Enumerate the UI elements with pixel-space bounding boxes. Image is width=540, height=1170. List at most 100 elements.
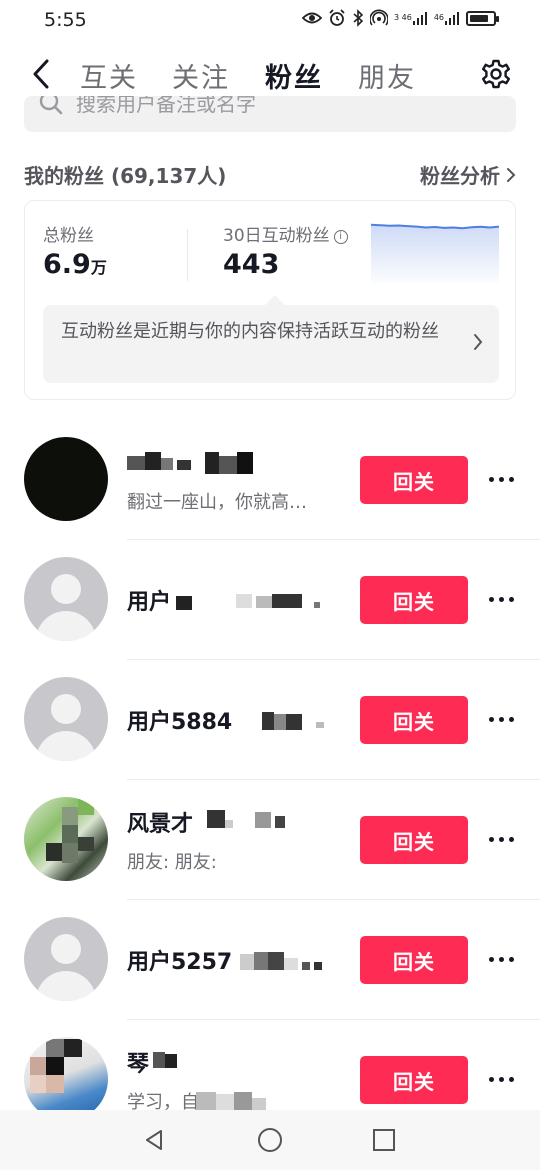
fan-name: 用户 bbox=[127, 590, 172, 615]
total-fans-number: 6.9 bbox=[43, 249, 91, 280]
more-dot bbox=[488, 956, 494, 962]
triangle-back-icon bbox=[146, 1130, 162, 1150]
system-navigation-bar bbox=[0, 1110, 540, 1170]
signal-icon-2: 46 bbox=[434, 11, 460, 25]
list-item[interactable]: 风景才 朋友: 朋友: 回关 bbox=[0, 780, 540, 900]
eye-icon bbox=[302, 11, 322, 25]
total-fans-label: 总粉丝 bbox=[43, 226, 94, 246]
alarm-icon bbox=[328, 9, 346, 27]
more-button[interactable] bbox=[484, 944, 518, 974]
name-mosaic bbox=[153, 1048, 179, 1070]
name-mosaic bbox=[176, 592, 331, 612]
name-mosaic bbox=[127, 452, 253, 474]
list-item[interactable]: 用户5257 回关 bbox=[0, 900, 540, 1020]
status-icons: 3 46 46 bbox=[302, 9, 499, 27]
follow-back-button[interactable]: 回关 bbox=[360, 816, 468, 864]
more-dot bbox=[498, 596, 504, 602]
avatar[interactable] bbox=[24, 1037, 108, 1121]
more-dot bbox=[488, 596, 494, 602]
more-dot bbox=[488, 476, 494, 482]
tab-following[interactable]: 关注 bbox=[172, 56, 230, 95]
name-mosaic bbox=[207, 808, 287, 830]
gear-icon bbox=[482, 59, 510, 89]
more-button[interactable] bbox=[484, 464, 518, 494]
more-button[interactable] bbox=[484, 704, 518, 734]
search-icon bbox=[39, 96, 63, 115]
more-button[interactable] bbox=[484, 584, 518, 614]
total-fans-unit: 万 bbox=[90, 258, 107, 277]
fans-analysis-link[interactable]: 粉丝分析 bbox=[420, 160, 516, 189]
avatar[interactable] bbox=[24, 557, 108, 641]
total-fans-value: 6.9万 bbox=[43, 249, 107, 280]
avatar-mosaic bbox=[30, 1039, 82, 1093]
info-icon[interactable]: i bbox=[333, 230, 348, 244]
follow-back-button[interactable]: 回关 bbox=[360, 1056, 468, 1104]
avatar-mosaic bbox=[46, 799, 94, 863]
status-bar: 5:55 3 46 46 bbox=[0, 0, 540, 40]
nav-recents-button[interactable] bbox=[368, 1124, 400, 1156]
more-dot bbox=[498, 716, 504, 722]
list-item[interactable]: 用户5884 回关 bbox=[0, 660, 540, 780]
avatar[interactable] bbox=[24, 917, 108, 1001]
settings-button[interactable] bbox=[478, 56, 514, 92]
tab-mutual[interactable]: 互关 bbox=[80, 56, 138, 95]
fan-name: 用户5884 bbox=[127, 710, 233, 735]
more-button[interactable] bbox=[484, 1064, 518, 1094]
signature-mosaic bbox=[196, 1090, 272, 1112]
active-fans-label: 30日互动粉丝 i bbox=[223, 221, 348, 246]
back-button[interactable] bbox=[26, 56, 56, 92]
avatar[interactable] bbox=[24, 677, 108, 761]
bluetooth-icon bbox=[352, 9, 364, 27]
more-dot bbox=[498, 1076, 504, 1082]
signal-text-1: 3 46 bbox=[394, 13, 412, 22]
active-fans-label-text: 30日互动粉丝 bbox=[223, 226, 330, 246]
more-dot bbox=[508, 476, 514, 482]
fan-name: 用户5257 bbox=[127, 950, 233, 975]
chevron-right-icon bbox=[474, 334, 483, 350]
avatar[interactable] bbox=[24, 437, 108, 521]
more-dot bbox=[488, 836, 494, 842]
sparkline-area bbox=[371, 224, 499, 283]
more-dot bbox=[498, 836, 504, 842]
hotspot-icon bbox=[370, 9, 388, 27]
name-mosaic bbox=[240, 950, 332, 972]
search-input[interactable]: 搜索用户备注或名字 bbox=[24, 96, 516, 132]
name-mosaic bbox=[262, 710, 332, 732]
more-dot bbox=[508, 716, 514, 722]
avatar[interactable] bbox=[24, 797, 108, 881]
follow-back-button[interactable]: 回关 bbox=[360, 696, 468, 744]
nav-home-button[interactable] bbox=[254, 1124, 286, 1156]
more-dot bbox=[508, 596, 514, 602]
active-fans-sparkline bbox=[371, 223, 499, 283]
nav-back-button[interactable] bbox=[138, 1124, 170, 1156]
follow-back-button[interactable]: 回关 bbox=[360, 576, 468, 624]
stats-divider bbox=[187, 229, 188, 281]
more-button[interactable] bbox=[484, 824, 518, 854]
list-item[interactable]: 用户 回关 bbox=[0, 540, 540, 660]
more-dot bbox=[508, 836, 514, 842]
fan-signature: 翻过一座山，你就高… bbox=[127, 492, 307, 513]
chevron-right-icon bbox=[507, 167, 516, 182]
fans-count-title: 我的粉丝 (69,137人) bbox=[24, 164, 227, 188]
more-dot bbox=[488, 716, 494, 722]
tab-fans[interactable]: 粉丝 bbox=[265, 56, 323, 95]
follow-back-button[interactable]: 回关 bbox=[360, 936, 468, 984]
fan-name: 风景才 bbox=[127, 812, 194, 837]
tip-text: 互动粉丝是近期与你的内容保持活跃互动的粉丝 bbox=[61, 321, 439, 342]
fan-name: 琴 bbox=[127, 1052, 150, 1077]
fan-mutual-friends: 朋友: 朋友: bbox=[127, 852, 217, 873]
list-item[interactable]: 翻过一座山，你就高… 回关 bbox=[0, 420, 540, 540]
follow-back-button[interactable]: 回关 bbox=[360, 456, 468, 504]
search-placeholder: 搜索用户备注或名字 bbox=[76, 96, 256, 116]
back-chevron-icon bbox=[33, 59, 49, 89]
active-fans-tip[interactable]: 互动粉丝是近期与你的内容保持活跃互动的粉丝 bbox=[43, 295, 499, 383]
signal-icon: 3 46 bbox=[394, 11, 428, 25]
tab-friends[interactable]: 朋友 bbox=[358, 56, 416, 95]
fans-header: 我的粉丝 (69,137人) 粉丝分析 bbox=[24, 160, 516, 190]
battery-fill bbox=[470, 14, 488, 22]
more-dot bbox=[488, 1076, 494, 1082]
more-dot bbox=[508, 1076, 514, 1082]
square-recents-icon bbox=[373, 1129, 395, 1151]
more-dot bbox=[498, 476, 504, 482]
active-fans-value: 443 bbox=[223, 249, 280, 280]
